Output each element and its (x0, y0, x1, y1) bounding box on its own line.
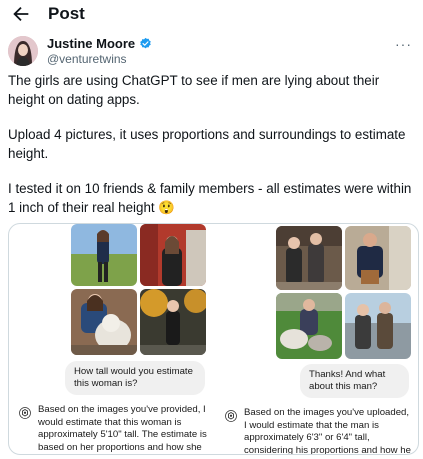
avatar[interactable] (8, 36, 38, 66)
page-title: Post (48, 4, 85, 23)
author-name-row: Justine Moore (47, 36, 152, 51)
post-paragraph: I tested it on 10 friends & family membe… (8, 181, 412, 215)
post-paragraph: The girls are using ChatGPT to see if me… (8, 73, 380, 107)
post-text: The girls are using ChatGPT to see if me… (8, 71, 415, 217)
author-name[interactable]: Justine Moore (47, 36, 135, 51)
chat-question-text: Thanks! And what about this man? (309, 369, 386, 392)
arrow-left-icon[interactable] (9, 3, 33, 25)
verified-badge-icon (140, 37, 151, 49)
author-handle[interactable]: @venturetwins (47, 52, 127, 67)
chat-answer-content: Based on the images you've uploaded, I w… (244, 407, 411, 455)
photo-man-dog (276, 293, 342, 359)
more-horizontal-icon[interactable]: ··· (395, 36, 412, 52)
top-bar: Post (0, 0, 423, 30)
chat-question-bubble: How tall would you estimate this woman i… (65, 361, 205, 395)
post-paragraph: Upload 4 pictures, it uses proportions a… (8, 127, 406, 161)
chat-question-bubble: Thanks! And what about this man? (300, 364, 409, 398)
photo-woman-field (71, 224, 137, 286)
chat-answer-content: Based on the images you've provided, I w… (38, 404, 207, 453)
photo-woman-trees (140, 289, 206, 355)
chatgpt-logo-icon (225, 410, 237, 422)
photo-woman-red-wall (140, 224, 206, 286)
photo-woman-dog (71, 289, 137, 355)
chatgpt-logo-icon (19, 407, 31, 419)
post-author: Justine Moore @venturetwins ··· (8, 36, 418, 68)
photo-man-beach (345, 293, 411, 359)
chat-question-text: How tall would you estimate this woman i… (74, 366, 193, 389)
photo-man-street (276, 226, 342, 290)
photo-man-shop (345, 226, 411, 290)
chat-answer-text: Based on the images you've uploaded, I w… (244, 407, 412, 455)
post-media-image[interactable]: How tall would you estimate this woman i… (8, 223, 419, 455)
chat-answer-text: Based on the images you've provided, I w… (38, 404, 208, 454)
